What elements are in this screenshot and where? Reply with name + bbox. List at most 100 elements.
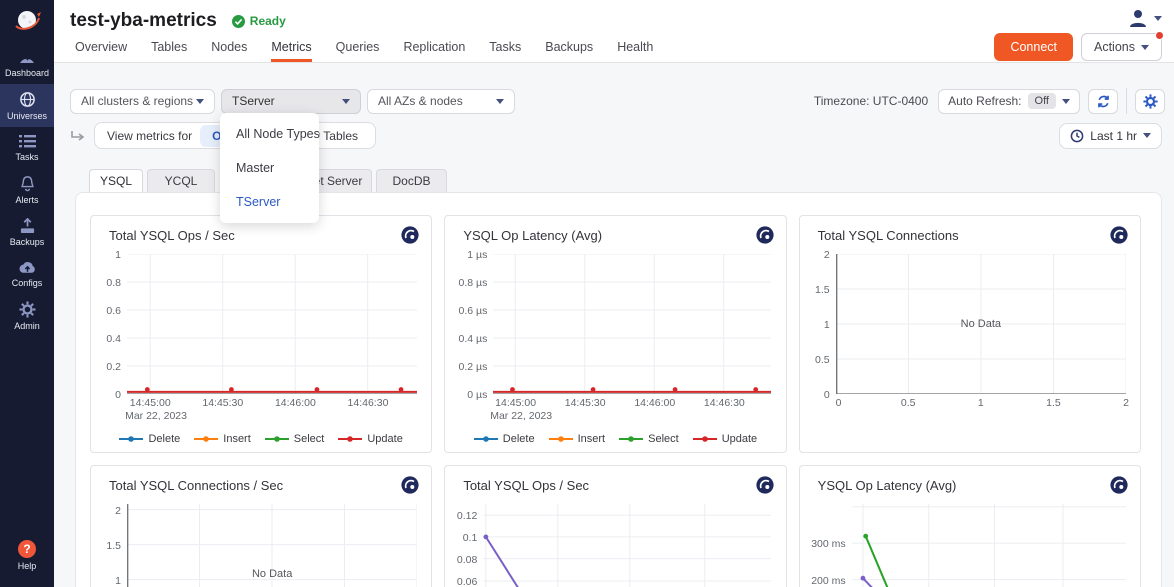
view-metrics-label: View metrics for bbox=[107, 129, 192, 143]
status-badge: Ready bbox=[232, 14, 286, 28]
metrics-settings-button[interactable] bbox=[1135, 89, 1165, 114]
legend-item[interactable]: Update bbox=[693, 433, 757, 445]
sidebar: Dashboard Universes Tasks Alerts Backups bbox=[0, 0, 54, 587]
bell-icon bbox=[19, 175, 36, 192]
node-type-dropdown-menu: All Node Types Master TServer bbox=[220, 113, 319, 223]
legend-item[interactable]: Update bbox=[338, 433, 402, 445]
clock-icon bbox=[1070, 129, 1084, 143]
gear-icon bbox=[19, 301, 36, 318]
cluster-region-select[interactable]: All clusters & regions bbox=[70, 89, 215, 114]
sidebar-item-label: Tasks bbox=[15, 152, 38, 162]
y-axis-labels: 21.510.50 bbox=[808, 254, 836, 394]
metric-tab-docdb[interactable]: DocDB bbox=[376, 169, 447, 192]
timezone-label: Timezone: UTC-0400 bbox=[814, 94, 928, 108]
y-axis-labels: 1 µs0.8 µs0.6 µs0.4 µs0.2 µs0 µs bbox=[453, 254, 493, 394]
y-axis-labels: 0.120.10.080.06 bbox=[453, 504, 483, 587]
connect-button[interactable]: Connect bbox=[994, 33, 1073, 61]
notification-dot bbox=[1155, 31, 1164, 40]
legend-item[interactable]: Insert bbox=[194, 433, 251, 445]
yugabyte-watermark-icon bbox=[756, 226, 774, 244]
az-node-select[interactable]: All AZs & nodes bbox=[367, 89, 515, 114]
tab-tables[interactable]: Tables bbox=[151, 40, 187, 62]
yugabyte-logo[interactable] bbox=[0, 0, 54, 42]
chart-legend: Delete Insert Select Update bbox=[445, 425, 785, 452]
legend-marker-icon bbox=[619, 435, 643, 443]
time-range-select[interactable]: Last 1 hr bbox=[1059, 123, 1162, 149]
tab-tasks[interactable]: Tasks bbox=[489, 40, 521, 62]
chart-card: Total YSQL Ops / Sec10.80.60.40.2014:45:… bbox=[90, 215, 432, 453]
x-axis-labels: 00.511.52 bbox=[836, 397, 1126, 410]
universe-title: test-yba-metrics bbox=[70, 10, 217, 32]
chart-plot-area[interactable] bbox=[852, 504, 1126, 587]
y-axis-labels: 21.510.5 bbox=[99, 504, 127, 587]
divider bbox=[1126, 88, 1127, 114]
menu-item-tserver[interactable]: TServer bbox=[220, 185, 319, 219]
chart-card: Total YSQL Connections21.510.50No Data00… bbox=[799, 215, 1141, 453]
yugabyte-watermark-icon bbox=[1110, 476, 1128, 494]
legend-item[interactable]: Delete bbox=[474, 433, 535, 445]
chart-plot-area[interactable]: No Data bbox=[127, 504, 417, 587]
chart-title: Total YSQL Connections / Sec bbox=[109, 478, 283, 493]
x-axis-labels: 14:45:0014:45:3014:46:0014:46:30 bbox=[493, 397, 771, 410]
check-icon bbox=[232, 15, 245, 28]
sidebar-item-universes[interactable]: Universes bbox=[0, 84, 54, 127]
cloud-icon bbox=[18, 260, 37, 275]
chevron-down-icon bbox=[1141, 45, 1149, 50]
actions-button[interactable]: Actions bbox=[1081, 33, 1162, 61]
chevron-down-icon bbox=[496, 99, 504, 104]
tab-backups[interactable]: Backups bbox=[545, 40, 593, 62]
user-menu[interactable] bbox=[1128, 8, 1162, 28]
tab-queries[interactable]: Queries bbox=[336, 40, 380, 62]
sidebar-item-alerts[interactable]: Alerts bbox=[0, 168, 54, 211]
tab-metrics[interactable]: Metrics bbox=[271, 40, 311, 62]
chart-plot-area[interactable]: No Data bbox=[836, 254, 1126, 394]
chart-card: Total YSQL Ops / Sec 0.120.10.080.06 bbox=[444, 465, 786, 587]
node-type-select[interactable]: TServer bbox=[221, 89, 361, 114]
chart-plot-area[interactable] bbox=[483, 504, 771, 587]
metric-tab-ysql[interactable]: YSQL bbox=[89, 169, 143, 192]
sidebar-item-configs[interactable]: Configs bbox=[0, 253, 54, 294]
sidebar-item-label: Dashboard bbox=[5, 68, 49, 78]
yugabyte-watermark-icon bbox=[401, 226, 419, 244]
menu-item-all-node-types[interactable]: All Node Types bbox=[220, 117, 319, 151]
tab-nodes[interactable]: Nodes bbox=[211, 40, 247, 62]
legend-item[interactable]: Select bbox=[619, 433, 679, 445]
chart-plot-area[interactable] bbox=[493, 254, 771, 394]
metric-tab-ycql[interactable]: YCQL bbox=[147, 169, 215, 192]
sidebar-item-label: Help bbox=[18, 561, 37, 571]
x-axis-date: Mar 22, 2023 bbox=[493, 410, 771, 423]
chart-title: Total YSQL Ops / Sec bbox=[463, 478, 589, 493]
sidebar-item-help[interactable]: ? Help bbox=[0, 533, 54, 577]
legend-item[interactable]: Delete bbox=[119, 433, 180, 445]
legend-item[interactable]: Select bbox=[265, 433, 325, 445]
no-data-label: No Data bbox=[252, 568, 292, 580]
sidebar-item-tasks[interactable]: Tasks bbox=[0, 127, 54, 168]
gear-icon bbox=[1143, 94, 1158, 109]
yugabyte-watermark-icon bbox=[756, 476, 774, 494]
y-axis-labels: 10.80.60.40.20 bbox=[99, 254, 127, 394]
chart-card: YSQL Op Latency (Avg)300 ms200 ms bbox=[799, 465, 1141, 587]
sidebar-item-dashboard[interactable]: Dashboard bbox=[0, 42, 54, 84]
legend-marker-icon bbox=[338, 435, 362, 443]
y-axis-labels: 300 ms200 ms bbox=[808, 504, 852, 587]
auto-refresh-control[interactable]: Auto Refresh: Off bbox=[938, 89, 1080, 114]
question-icon: ? bbox=[18, 540, 36, 558]
refresh-button[interactable] bbox=[1088, 89, 1118, 114]
chevron-down-icon bbox=[1062, 99, 1070, 104]
globe-icon bbox=[19, 91, 36, 108]
legend-item[interactable]: Insert bbox=[549, 433, 606, 445]
tab-overview[interactable]: Overview bbox=[75, 40, 127, 62]
chart-title: Total YSQL Ops / Sec bbox=[109, 228, 235, 243]
chart-plot-area[interactable] bbox=[127, 254, 417, 394]
yugabyte-watermark-icon bbox=[401, 476, 419, 494]
tab-replication[interactable]: Replication bbox=[403, 40, 465, 62]
refresh-icon bbox=[1096, 94, 1111, 109]
sidebar-item-admin[interactable]: Admin bbox=[0, 294, 54, 337]
metrics-filter-bar: All clusters & regions TServer All AZs &… bbox=[70, 88, 1165, 114]
chevron-down-icon bbox=[342, 99, 350, 104]
menu-item-master[interactable]: Master bbox=[220, 151, 319, 185]
yugabyte-logo-icon bbox=[12, 6, 42, 36]
sidebar-item-backups[interactable]: Backups bbox=[0, 211, 54, 253]
metrics-panel: Total YSQL Ops / Sec 10.80.60.40.20 14:45:… bbox=[75, 192, 1162, 587]
tab-health[interactable]: Health bbox=[617, 40, 653, 62]
